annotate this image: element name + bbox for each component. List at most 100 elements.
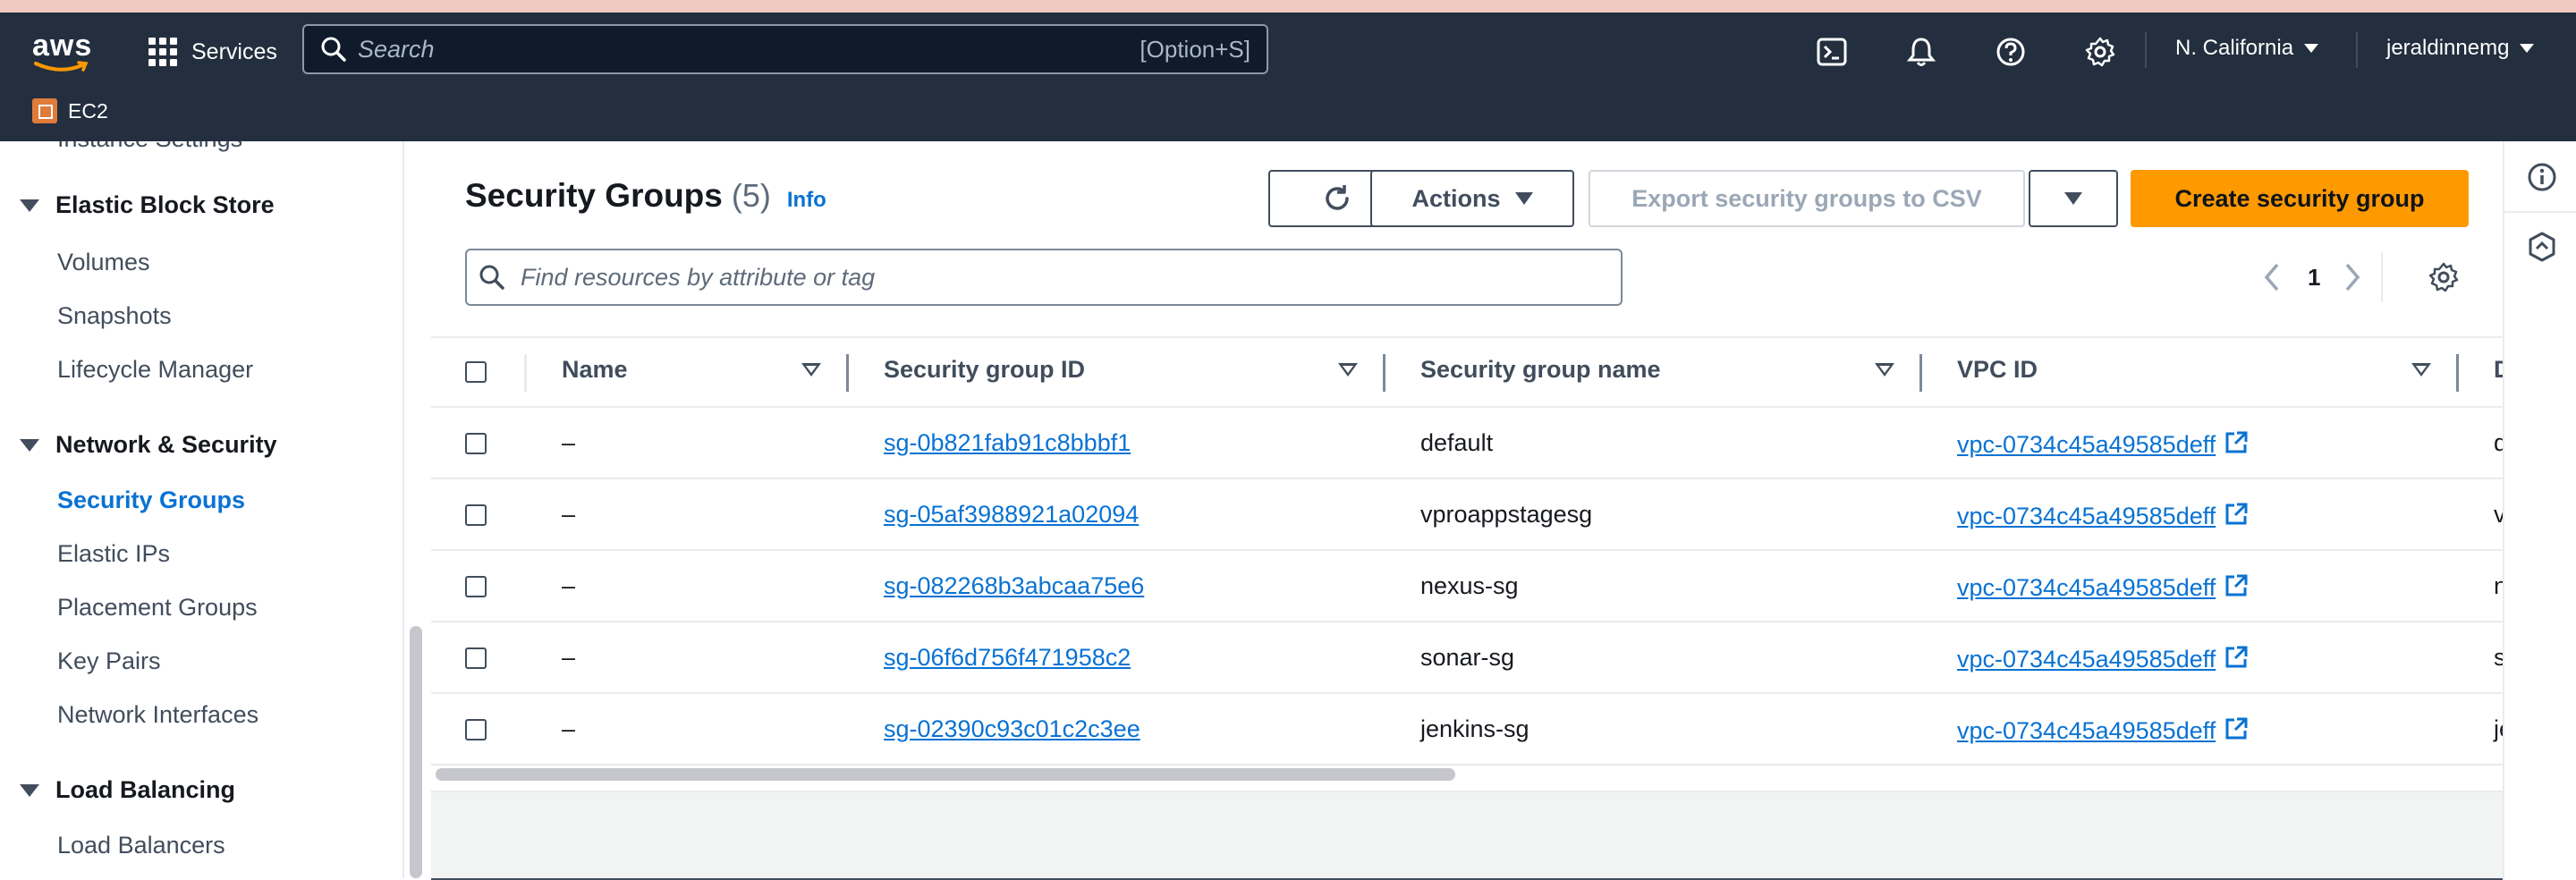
cell-name: – [562,429,576,456]
export-csv-button[interactable]: Export security groups to CSV [1589,170,2025,227]
vpc-link[interactable]: vpc-0734c45a49585deff [1957,574,2216,601]
favorite-ec2[interactable]: EC2 [32,98,108,123]
column-resizer[interactable] [1919,354,1922,392]
column-header-vpc-id[interactable]: VPC ID [1957,356,2038,384]
sidebar-item-load-balancers[interactable]: Load Balancers [57,832,225,859]
sidebar-item-cut[interactable]: Instance Settings [57,141,242,153]
sort-icon[interactable] [801,363,821,377]
column-header-sg-id[interactable]: Security group ID [884,356,1085,384]
sort-icon[interactable] [1338,363,1358,377]
sidebar-item-key-pairs[interactable]: Key Pairs [57,647,161,675]
table-horizontal-scrollbar[interactable] [436,768,1455,781]
cell-name: – [562,644,576,671]
region-selector[interactable]: N. California [2175,36,2319,61]
sidebar-scrollbar[interactable] [410,626,422,878]
sidebar-divider [402,141,404,878]
caret-down-icon [1514,192,1533,205]
sidebar-item-placement-groups[interactable]: Placement Groups [57,594,258,622]
vpc-link[interactable]: vpc-0734c45a49585deff [1957,431,2216,458]
table-row[interactable]: – sg-05af3988921a02094 vproappstagesg vp… [431,479,2506,551]
table-preferences[interactable] [2428,259,2460,295]
cell-name: – [562,715,576,742]
row-checkbox[interactable] [465,647,487,669]
external-link-icon [2225,646,2248,668]
vpc-link[interactable]: vpc-0734c45a49585deff [1957,503,2216,529]
row-checkbox[interactable] [465,433,487,454]
top-navigation: aws Services [Option+S] N. Califor [0,13,2576,141]
create-security-group-button[interactable]: Create security group [2131,170,2469,227]
details-split-panel [431,791,2503,880]
sidebar-item-snapshots[interactable]: Snapshots [57,302,172,330]
cell-vpc-id[interactable]: vpc-0734c45a49585deff [1957,715,2250,745]
settings-gear-icon[interactable] [2082,34,2118,70]
cell-vpc-id[interactable]: vpc-0734c45a49585deff [1957,644,2250,673]
create-label: Create security group [2174,184,2425,212]
external-link-icon [2225,717,2248,740]
cell-sg-id-link[interactable]: sg-05af3988921a02094 [884,501,1139,529]
cell-name: – [562,572,576,599]
table-row[interactable]: – sg-0b821fab91c8bbbf1 default vpc-0734c… [431,408,2507,479]
chevron-right-icon[interactable] [2342,261,2363,293]
column-resizer[interactable] [2456,354,2459,392]
cell-vpc-id[interactable]: vpc-0734c45a49585deff [1957,572,2250,602]
nav-divider [2145,32,2147,68]
row-checkbox[interactable] [465,504,487,526]
vpc-link[interactable]: vpc-0734c45a49585deff [1957,646,2216,673]
sidebar-item-lifecycle-manager[interactable]: Lifecycle Manager [57,356,253,384]
table-row[interactable]: – sg-06f6d756f471958c2 sonar-sg vpc-0734… [431,622,2506,694]
actions-dropdown[interactable]: Actions [1370,170,1574,227]
column-resizer[interactable] [846,354,849,392]
region-label: N. California [2175,36,2294,60]
page-header: Security Groups (5) Info [465,177,826,215]
info-link[interactable]: Info [787,188,826,213]
sidebar-item-network-interfaces[interactable]: Network Interfaces [57,701,258,729]
cell-sg-id-link[interactable]: sg-06f6d756f471958c2 [884,644,1131,672]
side-navigation: Instance Settings Elastic Block Store Vo… [0,141,402,878]
row-checkbox[interactable] [465,576,487,597]
account-menu[interactable]: jeraldinnemg [2386,36,2535,61]
sidebar-item-volumes[interactable]: Volumes [57,249,150,276]
aws-logo[interactable]: aws [32,30,95,72]
section-elastic-block-store[interactable]: Elastic Block Store [20,191,275,219]
column-header-sg-name[interactable]: Security group name [1420,356,1661,384]
info-circle-icon[interactable] [2526,161,2558,193]
table-row[interactable]: – sg-082268b3abcaa75e6 nexus-sg vpc-0734… [431,551,2507,622]
search-icon [321,37,346,62]
cell-sg-id-link[interactable]: sg-0b821fab91c8bbbf1 [884,429,1131,457]
column-header-name[interactable]: Name [562,356,628,384]
feedback-hexagon-icon[interactable] [2526,231,2558,263]
services-menu[interactable]: Services [148,36,277,68]
help-icon[interactable] [1993,34,2029,70]
chevron-left-icon[interactable] [2261,261,2283,293]
pagination: 1 [2261,259,2363,295]
row-checkbox[interactable] [465,719,487,740]
filter-input[interactable] [519,262,1621,292]
vpc-link[interactable]: vpc-0734c45a49585deff [1957,717,2216,744]
cell-vpc-id[interactable]: vpc-0734c45a49585deff [1957,429,2250,459]
table-row[interactable]: – sg-02390c93c01c2c3ee jenkins-sg vpc-07… [431,694,2512,766]
cell-sg-name: default [1420,429,1494,456]
section-load-balancing[interactable]: Load Balancing [20,776,235,804]
sort-icon[interactable] [2411,363,2431,377]
cloudshell-icon[interactable] [1814,34,1850,70]
select-all-checkbox[interactable] [465,361,487,383]
page-title: Security Groups [465,177,723,214]
cell-sg-id-link[interactable]: sg-082268b3abcaa75e6 [884,572,1144,600]
resource-filter[interactable] [465,249,1623,306]
global-search[interactable]: [Option+S] [302,24,1268,74]
sort-icon[interactable] [1875,363,1894,377]
table-header: Name Security group ID Security group na… [431,336,2512,408]
cell-vpc-id[interactable]: vpc-0734c45a49585deff [1957,501,2250,530]
cell-sg-id-link[interactable]: sg-02390c93c01c2c3ee [884,715,1140,743]
caret-down-icon [20,783,39,797]
export-options-dropdown[interactable] [2029,170,2118,227]
notifications-bell-icon[interactable] [1903,34,1939,70]
page-number[interactable]: 1 [2308,264,2320,292]
sidebar-item-security-groups[interactable]: Security Groups [57,487,245,514]
rail-divider [2504,211,2576,213]
sidebar-item-elastic-ips[interactable]: Elastic IPs [57,540,170,568]
main-content: Security Groups (5) Info Actions Export … [431,141,2512,880]
search-input[interactable] [356,34,1140,64]
column-resizer[interactable] [1383,354,1385,392]
section-network-security[interactable]: Network & Security [20,431,277,459]
